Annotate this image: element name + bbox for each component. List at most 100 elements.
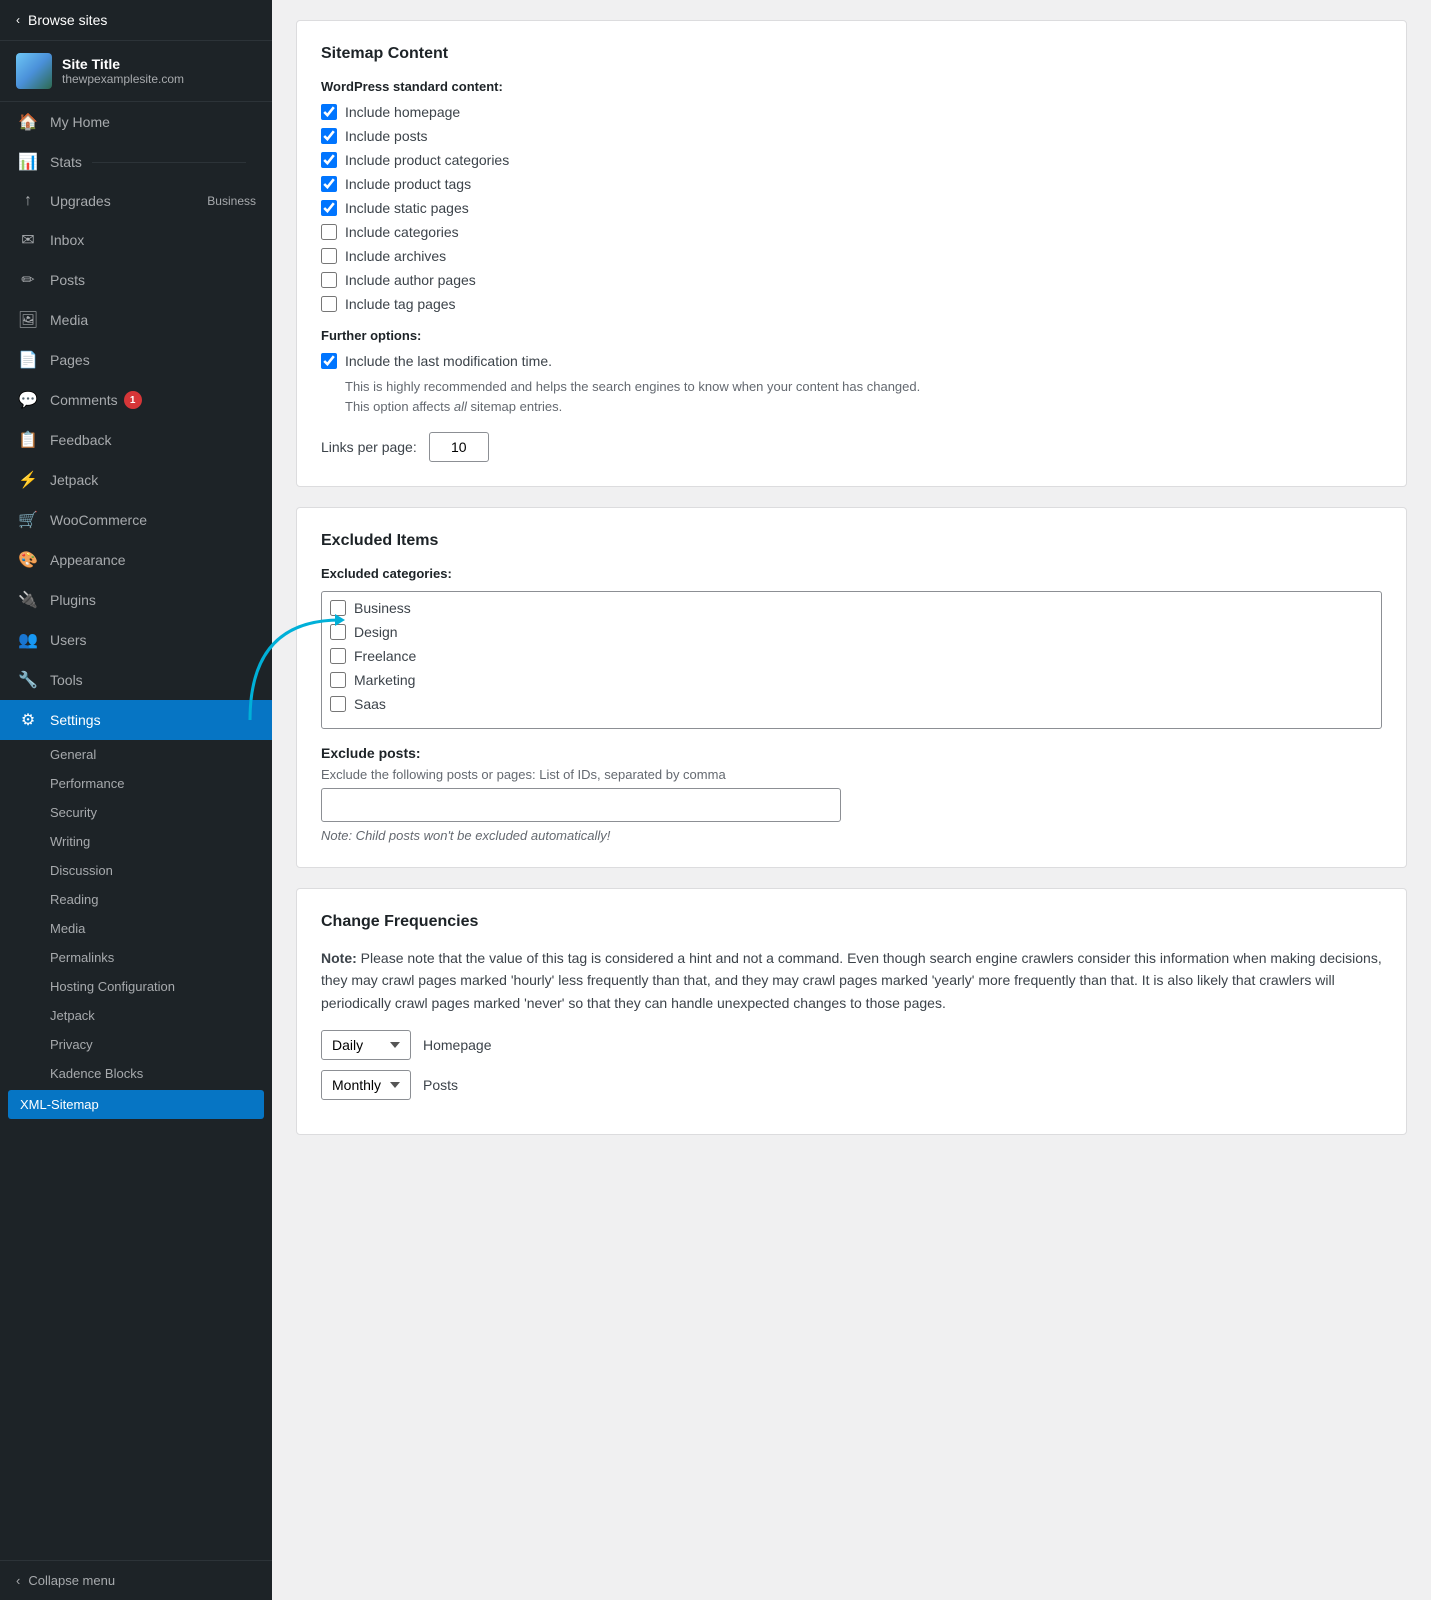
submenu-item-xml-sitemap[interactable]: XML-Sitemap <box>8 1090 264 1119</box>
exclude-posts-hint: List of IDs, separated by comma <box>539 767 725 782</box>
media-icon: 🖼 <box>16 310 40 330</box>
sidebar-item-feedback[interactable]: 📋 Feedback <box>0 420 272 460</box>
checkbox-include-static-pages[interactable]: Include static pages <box>321 200 1382 216</box>
sidebar-item-jetpack[interactable]: ⚡ Jetpack <box>0 460 272 500</box>
submenu-item-performance[interactable]: Performance <box>0 769 272 798</box>
sidebar-item-posts[interactable]: ✏ Posts <box>0 260 272 300</box>
sidebar-item-stats[interactable]: 📊 Stats <box>0 142 272 182</box>
cat-freelance-label: Freelance <box>354 648 416 664</box>
sidebar-item-label: Pages <box>50 352 90 368</box>
checkbox-include-product-categories[interactable]: Include product categories <box>321 152 1382 168</box>
cat-saas-checkbox[interactable] <box>330 696 346 712</box>
include-posts-checkbox[interactable] <box>321 128 337 144</box>
include-static-pages-label: Include static pages <box>345 200 469 216</box>
cat-saas-label: Saas <box>354 696 386 712</box>
include-author-pages-label: Include author pages <box>345 272 476 288</box>
stats-icon: 📊 <box>16 152 40 172</box>
submenu-item-reading[interactable]: Reading <box>0 885 272 914</box>
submenu-item-permalinks[interactable]: Permalinks <box>0 943 272 972</box>
include-product-categories-label: Include product categories <box>345 152 509 168</box>
checkbox-include-homepage[interactable]: Include homepage <box>321 104 1382 120</box>
checkbox-last-modification[interactable]: Include the last modification time. <box>321 353 1382 369</box>
sidebar-item-settings[interactable]: ⚙ Settings <box>0 700 272 740</box>
posts-frequency-select[interactable]: Always Hourly Daily Weekly Monthly Yearl… <box>321 1070 411 1100</box>
sidebar-item-label: Tools <box>50 672 83 688</box>
last-modification-checkbox[interactable] <box>321 353 337 369</box>
include-archives-checkbox[interactable] <box>321 248 337 264</box>
include-author-pages-checkbox[interactable] <box>321 272 337 288</box>
sidebar-item-inbox[interactable]: ✉ Inbox <box>0 220 272 260</box>
sidebar-item-woocommerce[interactable]: 🛒 WooCommerce <box>0 500 272 540</box>
main-content: Sitemap Content WordPress standard conte… <box>272 0 1431 1600</box>
homepage-frequency-select[interactable]: Always Hourly Daily Weekly Monthly Yearl… <box>321 1030 411 1060</box>
cat-saas[interactable]: Saas <box>330 696 1373 712</box>
sidebar-item-upgrades[interactable]: ↑ Upgrades Business <box>0 182 272 220</box>
cat-marketing[interactable]: Marketing <box>330 672 1373 688</box>
include-product-tags-label: Include product tags <box>345 176 471 192</box>
include-static-pages-checkbox[interactable] <box>321 200 337 216</box>
upgrades-icon: ↑ <box>16 192 40 210</box>
sidebar-item-label: Appearance <box>50 552 126 568</box>
collapse-menu-button[interactable]: ‹ Collapse menu <box>0 1560 272 1600</box>
further-options-section: Further options: Include the last modifi… <box>321 328 1382 416</box>
include-categories-label: Include categories <box>345 224 459 240</box>
browse-sites-button[interactable]: ‹ Browse sites <box>0 0 272 41</box>
submenu-item-discussion[interactable]: Discussion <box>0 856 272 885</box>
submenu-item-writing[interactable]: Writing <box>0 827 272 856</box>
cat-marketing-checkbox[interactable] <box>330 672 346 688</box>
links-per-page-input[interactable]: 10 <box>429 432 489 462</box>
sidebar-item-users[interactable]: 👥 Users <box>0 620 272 660</box>
site-icon <box>16 53 52 89</box>
submenu-item-general[interactable]: General <box>0 740 272 769</box>
include-product-categories-checkbox[interactable] <box>321 152 337 168</box>
cat-design-checkbox[interactable] <box>330 624 346 640</box>
stats-bar <box>92 162 246 163</box>
comments-icon: 💬 <box>16 390 40 410</box>
checkbox-include-author-pages[interactable]: Include author pages <box>321 272 1382 288</box>
checkbox-include-tag-pages[interactable]: Include tag pages <box>321 296 1382 312</box>
sidebar-item-pages[interactable]: 📄 Pages <box>0 340 272 380</box>
cat-design[interactable]: Design <box>330 624 1373 640</box>
browse-sites-label: Browse sites <box>28 12 107 28</box>
include-categories-checkbox[interactable] <box>321 224 337 240</box>
settings-icon: ⚙ <box>16 710 40 730</box>
cat-business[interactable]: Business <box>330 600 1373 616</box>
posts-icon: ✏ <box>16 270 40 290</box>
cat-freelance[interactable]: Freelance <box>330 648 1373 664</box>
categories-listbox[interactable]: Business Design Freelance Marketing Saas <box>321 591 1382 729</box>
cat-business-checkbox[interactable] <box>330 600 346 616</box>
exclude-posts-label: Exclude posts: <box>321 745 1382 761</box>
checkbox-include-archives[interactable]: Include archives <box>321 248 1382 264</box>
submenu-item-jetpack[interactable]: Jetpack <box>0 1001 272 1030</box>
include-product-tags-checkbox[interactable] <box>321 176 337 192</box>
cat-marketing-label: Marketing <box>354 672 415 688</box>
exclude-posts-input[interactable] <box>321 788 841 822</box>
sidebar-item-plugins[interactable]: 🔌 Plugins <box>0 580 272 620</box>
include-homepage-checkbox[interactable] <box>321 104 337 120</box>
sidebar-item-tools[interactable]: 🔧 Tools <box>0 660 272 700</box>
exclude-note: Note: Child posts won't be excluded auto… <box>321 828 1382 843</box>
submenu-item-hosting-config[interactable]: Hosting Configuration <box>0 972 272 1001</box>
site-info[interactable]: Site Title thewpexamplesite.com <box>0 41 272 102</box>
sidebar-item-appearance[interactable]: 🎨 Appearance <box>0 540 272 580</box>
sidebar-item-comments[interactable]: 💬 Comments 1 <box>0 380 272 420</box>
links-per-page-row: Links per page: 10 <box>321 432 1382 462</box>
feedback-icon: 📋 <box>16 430 40 450</box>
sidebar-item-my-home[interactable]: 🏠 My Home <box>0 102 272 142</box>
sidebar: ‹ Browse sites Site Title thewpexamplesi… <box>0 0 272 1600</box>
woocommerce-icon: 🛒 <box>16 510 40 530</box>
sidebar-item-label: Posts <box>50 272 85 288</box>
cat-freelance-checkbox[interactable] <box>330 648 346 664</box>
submenu-item-kadence-blocks[interactable]: Kadence Blocks <box>0 1059 272 1088</box>
checkbox-include-posts[interactable]: Include posts <box>321 128 1382 144</box>
sidebar-item-label: Users <box>50 632 87 648</box>
submenu-item-security[interactable]: Security <box>0 798 272 827</box>
checkbox-include-product-tags[interactable]: Include product tags <box>321 176 1382 192</box>
checkbox-include-categories[interactable]: Include categories <box>321 224 1382 240</box>
sidebar-item-media[interactable]: 🖼 Media <box>0 300 272 340</box>
sidebar-item-label: Upgrades <box>50 193 111 209</box>
submenu-item-privacy[interactable]: Privacy <box>0 1030 272 1059</box>
sidebar-item-label: Settings <box>50 712 101 728</box>
include-tag-pages-checkbox[interactable] <box>321 296 337 312</box>
submenu-item-media[interactable]: Media <box>0 914 272 943</box>
